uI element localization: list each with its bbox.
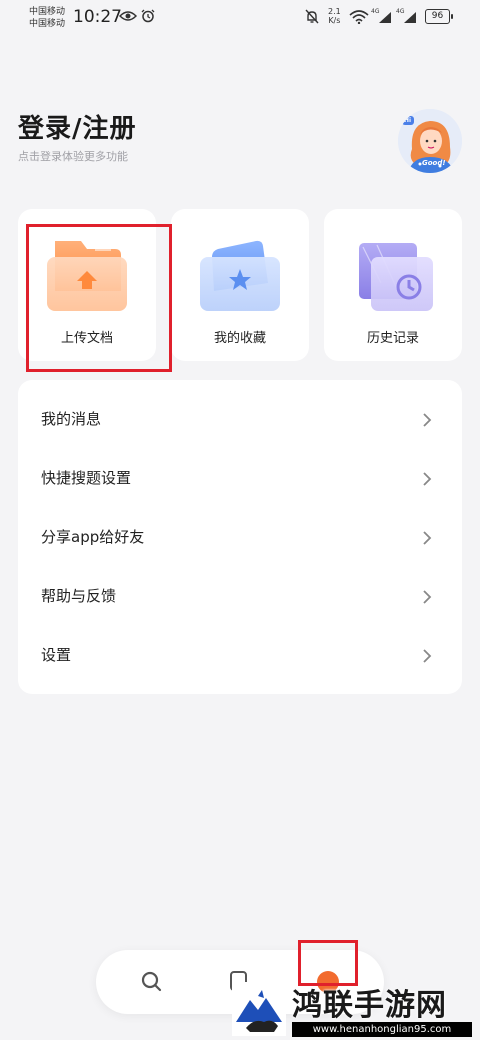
page-subtitle[interactable]: 点击登录体验更多功能 (18, 148, 128, 164)
avatar[interactable]: Hi Good! (398, 109, 462, 173)
avatar-text: Good! (422, 159, 446, 167)
signal-icon (404, 12, 416, 23)
carrier-2: 中国移动 (29, 19, 66, 29)
chevron-right-icon (423, 413, 432, 427)
watermark-url: www.henanhonglian95.com (292, 1022, 472, 1037)
carrier-labels: 中国移动 中国移动 (29, 6, 65, 30)
status-bar: 中国移动 中国移动 10:27 2.1 K/s 4G 4G 96 (0, 0, 480, 34)
menu-item-label: 分享app给好友 (41, 528, 145, 546)
battery-icon: 96 (425, 9, 453, 24)
history-icon (359, 243, 433, 311)
carrier-1: 中国移动 (29, 7, 66, 17)
menu-item-quick-search-settings[interactable]: 快捷搜题设置 (18, 449, 462, 508)
page-title[interactable]: 登录/注册 (18, 108, 137, 145)
chevron-right-icon (423, 590, 432, 604)
mute-bell-icon (305, 9, 319, 24)
signal-icon (379, 12, 391, 23)
alarm-icon (141, 9, 155, 23)
search-icon[interactable] (140, 970, 164, 994)
menu-item-share-app[interactable]: 分享app给好友 (18, 508, 462, 567)
menu-item-label: 快捷搜题设置 (41, 469, 132, 487)
chevron-right-icon (423, 472, 432, 486)
favorites-folder-icon (200, 240, 280, 311)
chevron-right-icon (423, 649, 432, 663)
menu-item-label: 帮助与反馈 (41, 587, 117, 605)
wifi-icon (349, 10, 369, 24)
quick-card-history[interactable]: 历史记录 (324, 209, 462, 361)
menu-item-settings[interactable]: 设置 (18, 626, 462, 685)
quick-card-label: 历史记录 (366, 331, 419, 346)
watermark-logo-icon (232, 982, 286, 1036)
eye-icon (119, 11, 137, 21)
status-time: 10:27 (73, 7, 122, 27)
avatar-badge: Hi (404, 117, 412, 124)
menu-item-label: 设置 (41, 646, 72, 664)
menu-item-help-feedback[interactable]: 帮助与反馈 (18, 567, 462, 626)
menu-list: 我的消息 快捷搜题设置 分享app给好友 帮助与反馈 设置 (18, 380, 462, 694)
net-speed-value: 2.1 (328, 7, 341, 16)
net-speed-unit: K/s (328, 16, 341, 25)
quick-card-favorites[interactable]: 我的收藏 (171, 209, 309, 361)
net-speed: 2.1 K/s (328, 7, 341, 25)
watermark-title: 鸿联手游网 (292, 988, 447, 1023)
menu-item-label: 我的消息 (41, 410, 102, 428)
highlight-box-upload (26, 224, 172, 372)
chevron-right-icon (423, 531, 432, 545)
quick-card-label: 我的收藏 (213, 331, 266, 346)
watermark: 鸿联手游网 www.henanhonglian95.com (228, 978, 480, 1040)
menu-item-messages[interactable]: 我的消息 (18, 390, 462, 449)
